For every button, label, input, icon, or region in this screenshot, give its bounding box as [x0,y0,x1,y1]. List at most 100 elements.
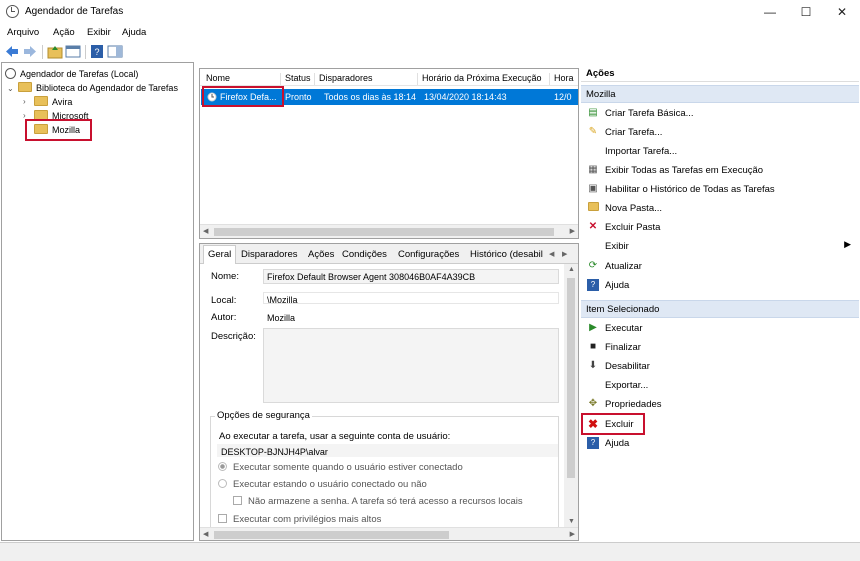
user-account-field[interactable]: DESKTOP-BJNJH4P\alvar [217,444,558,457]
tree-item-label: Avira [52,97,73,107]
show-hide-console-tree-icon[interactable] [65,44,81,59]
name-label: Nome: [211,271,239,282]
scrollbar-thumb[interactable] [214,228,554,236]
close-button[interactable]: ✕ [824,0,860,24]
action-ajuda-pasta[interactable]: ? Ajuda [585,277,855,293]
option-label: Executar com privilégios mais altos [233,514,382,525]
action-importar-tarefa[interactable]: Importar Tarefa... [585,143,855,159]
radio-unselected[interactable] [218,479,227,488]
radio-selected[interactable] [218,462,227,471]
minimize-button[interactable]: — [752,0,788,24]
action-label: Ajuda [605,438,630,449]
horizontal-scrollbar[interactable]: ◀ ▶ [200,527,578,540]
scroll-right-icon[interactable]: ▶ [570,530,575,538]
create-basic-task-icon: ▤ [588,107,598,118]
column-header-last-run[interactable]: Hora [549,73,574,85]
menu-acao[interactable]: Ação [53,27,75,38]
scroll-left-icon[interactable]: ◀ [203,227,208,235]
tab-disparadores[interactable]: Disparadores [241,249,298,260]
action-exibir[interactable]: Exibir ▶ [585,238,855,254]
option-run-logged-on[interactable]: Executar somente quando o usuário estive… [218,462,463,473]
maximize-button[interactable]: ☐ [788,0,824,24]
action-ajuda-item[interactable]: ? Ajuda [585,435,855,451]
column-header-name[interactable]: Nome [202,73,230,85]
column-header-next-run[interactable]: Horário da Próxima Execução [417,73,542,85]
checkbox[interactable] [218,514,227,523]
author-label: Autor: [211,312,237,323]
task-list-header: Nome Status Disparadores Horário da Próx… [200,69,578,86]
action-label: Desabilitar [605,361,650,372]
folder-icon [34,96,48,106]
action-propriedades[interactable]: ✥ Propriedades [585,396,855,412]
action-habilitar-historico[interactable]: ▣ Habilitar o Histórico de Todas as Tare… [585,181,855,197]
menu-arquivo[interactable]: Arquivo [7,27,39,38]
actions-section-folder[interactable]: Mozilla [581,85,859,103]
disable-icon: ⬇ [588,360,598,371]
menu-exibir[interactable]: Exibir [87,27,111,38]
new-folder-icon [587,202,599,214]
action-criar-tarefa-basica[interactable]: ▤ Criar Tarefa Básica... [585,105,855,121]
tab-configuracoes[interactable]: Configurações [398,249,459,260]
delete-folder-icon: ✕ [588,221,598,232]
scroll-up-icon[interactable]: ▲ [568,266,575,273]
tab-acoes[interactable]: Ações [308,249,334,260]
column-header-status[interactable]: Status [280,73,311,85]
tab-condicoes[interactable]: Condições [342,249,387,260]
action-finalizar[interactable]: ■ Finalizar [585,339,855,355]
status-bar [0,542,860,561]
task-details: Geral Disparadores Ações Condições Confi… [199,243,579,541]
action-exibir-todas-tarefas[interactable]: ▦ Exibir Todas as Tarefas em Execução [585,162,855,178]
tab-scroll-right-icon[interactable]: ▶ [562,250,567,258]
toolbar-separator [85,45,86,59]
forward-icon[interactable] [22,44,38,59]
action-label: Atualizar [605,261,642,272]
tab-geral[interactable]: Geral [203,245,237,264]
svg-text:?: ? [94,47,99,57]
name-field[interactable]: Firefox Default Browser Agent 308046B0AF… [263,269,559,284]
running-tasks-icon: ▦ [588,164,598,175]
author-field[interactable]: Mozilla [263,310,559,324]
option-run-whether-logged[interactable]: Executar estando o usuário conectado ou … [218,479,427,490]
action-atualizar[interactable]: ⟳ Atualizar [585,258,855,274]
option-label: Executar somente quando o usuário estive… [233,462,463,473]
option-highest-privileges[interactable]: Executar com privilégios mais altos [218,514,381,525]
folder-icon [18,82,32,92]
scroll-down-icon[interactable]: ▼ [568,518,575,525]
up-folder-icon[interactable] [47,44,63,59]
show-hide-action-pane-icon[interactable] [107,44,123,59]
menu-bar: Arquivo Ação Exibir Ajuda [0,24,860,41]
column-header-triggers[interactable]: Disparadores [314,73,373,85]
option-do-not-store-password[interactable]: Não armazene a senha. A tarefa só terá a… [233,496,523,507]
scrollbar-thumb[interactable] [214,531,449,539]
tab-scroll-left-icon[interactable]: ◀ [549,250,554,258]
tree-item-library[interactable]: Biblioteca do Agendador de Tarefas [18,82,178,96]
checkbox[interactable] [233,496,242,505]
menu-ajuda[interactable]: Ajuda [122,27,146,38]
scroll-left-icon[interactable]: ◀ [203,530,208,538]
location-field[interactable]: \Mozilla [263,292,559,304]
action-label: Excluir Pasta [605,222,661,233]
scrollbar-thumb[interactable] [567,278,575,478]
description-field[interactable] [263,328,559,403]
chevron-right-icon[interactable]: › [23,97,26,106]
action-nova-pasta[interactable]: Nova Pasta... [585,200,855,216]
chevron-down-icon[interactable]: ⌄ [7,84,14,93]
horizontal-scrollbar[interactable]: ◀ ▶ [200,224,578,238]
tab-historico[interactable]: Histórico (desabil [470,249,543,260]
back-icon[interactable] [4,44,20,59]
action-excluir-pasta[interactable]: ✕ Excluir Pasta [585,219,855,235]
scroll-right-icon[interactable]: ▶ [570,227,575,235]
tree-item-root[interactable]: Agendador de Tarefas (Local) [5,68,138,82]
tree-item-avira[interactable]: Avira [34,96,72,110]
help-icon[interactable]: ? [89,44,105,59]
task-list: Nome Status Disparadores Horário da Próx… [199,68,579,239]
action-desabilitar[interactable]: ⬇ Desabilitar [585,358,855,374]
action-executar[interactable]: ▶ Executar [585,320,855,336]
vertical-scrollbar[interactable]: ▲ ▼ [564,264,578,527]
action-exportar[interactable]: Exportar... [585,377,855,393]
security-options-title: Opções de segurança [215,410,312,421]
highlight-box-task [202,86,284,107]
action-criar-tarefa[interactable]: ✎ Criar Tarefa... [585,124,855,140]
stop-icon: ■ [589,341,597,352]
actions-section-selected-item[interactable]: Item Selecionado [581,300,859,318]
